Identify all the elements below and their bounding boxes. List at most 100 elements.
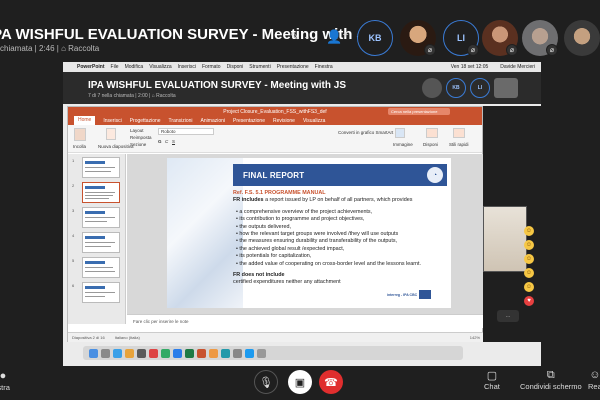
menu-item[interactable]: File <box>111 64 119 70</box>
paste-button[interactable]: Incolla <box>73 144 86 149</box>
reaction-heart-icon[interactable]: ♥ <box>524 296 534 306</box>
tab-home[interactable]: Home <box>74 116 96 125</box>
trash-icon[interactable] <box>257 348 266 358</box>
slide-thumb-3[interactable] <box>82 207 120 228</box>
participant-avatar-kb[interactable]: KB <box>357 20 393 56</box>
ppt-statusbar: Diapositiva 2 di 16 Italiano (Italia) 14… <box>68 332 484 342</box>
thumb-number: 2 <box>72 183 75 188</box>
tab-transitions[interactable]: Transizioni <box>169 118 193 124</box>
chevron-down-icon[interactable]: ⌄ <box>303 31 311 42</box>
edit-title-icon[interactable]: ✎ <box>290 30 299 43</box>
slide-thumb-1[interactable] <box>82 157 120 178</box>
menu-item[interactable]: Visualizza <box>149 64 171 70</box>
app-icon[interactable] <box>233 348 242 358</box>
slide-thumbnails: 1 2 3 4 5 6 <box>68 154 126 324</box>
reaction-emoji-icon[interactable]: ☺ <box>524 282 534 292</box>
hangup-icon: ☎ <box>324 376 338 389</box>
reaction-emoji-icon[interactable]: ☺ <box>524 226 534 236</box>
zoom-level[interactable]: 142% <box>470 335 480 340</box>
menu-item[interactable]: Disponi <box>227 64 244 70</box>
current-slide[interactable]: FINAL REPORT ◔ Ref. F.S. 5.1 PROGRAMME M… <box>167 158 451 308</box>
tab-insert[interactable]: Inserisci <box>103 118 121 124</box>
bold-button[interactable]: G <box>158 139 162 144</box>
meeting-subtitle: chiamata | 2:46 | ⌂ Raccolta <box>0 44 100 53</box>
reaction-emoji-icon[interactable]: ☺ <box>524 254 534 264</box>
tab-view[interactable]: Visualizza <box>303 118 325 124</box>
menu-item[interactable]: Strumenti <box>249 64 270 70</box>
convert-smartart-button[interactable]: Converti in grafico SmartArt <box>338 130 393 135</box>
launchpad-icon[interactable] <box>101 348 110 358</box>
more-reactions-button[interactable]: … <box>497 310 519 322</box>
tab-animations[interactable]: Animazioni <box>201 118 225 124</box>
notes-field[interactable]: Fare clic per inserire le note <box>127 314 484 328</box>
slide-thumb-2[interactable] <box>82 182 120 203</box>
excel-icon[interactable] <box>185 348 194 358</box>
quick-styles-button[interactable]: Stili rapidi <box>449 142 469 147</box>
end-call-button[interactable]: ☎ <box>319 370 343 394</box>
slide-thumb-6[interactable] <box>82 282 120 303</box>
chat-button[interactable]: ▢ Chat <box>484 369 500 391</box>
app-icon[interactable] <box>125 348 134 358</box>
slide-reference: Ref. F.S. 5.1 PROGRAMME MANUAL <box>233 190 326 196</box>
word-icon[interactable] <box>173 348 182 358</box>
menu-item[interactable]: Presentazione <box>277 64 309 70</box>
share-screen-button[interactable]: ⧉ Condividi schermo <box>520 369 582 391</box>
font-name: Roboto <box>161 129 176 134</box>
arrange-button[interactable]: Disponi <box>423 142 438 147</box>
ppt-ribbon: Incolla Nuova diapositiva Layout Reimpos… <box>68 125 482 153</box>
pie-logo-icon: ◔ <box>427 167 443 183</box>
reaction-emoji-icon[interactable]: ☺ <box>524 268 534 278</box>
safari-icon[interactable] <box>113 348 122 358</box>
skype-icon[interactable] <box>245 348 254 358</box>
language-indicator[interactable]: Italiano (Italia) <box>115 335 140 340</box>
chat-icon: ▢ <box>486 370 498 382</box>
menu-item[interactable]: Inserisci <box>178 64 196 70</box>
tab-slideshow[interactable]: Presentazione <box>233 118 265 124</box>
inner-call-header: IPA WISHFUL EVALUATION SURVEY - Meeting … <box>63 72 541 104</box>
reset-button[interactable]: Reimposta <box>130 135 152 140</box>
slide-intro-bold: FR includes <box>233 197 264 204</box>
new-slide-button[interactable]: Nuova diapositiva <box>98 144 134 149</box>
slide-background-image <box>167 158 243 308</box>
camera-button[interactable]: ▣ <box>288 370 312 394</box>
tab-review[interactable]: Revisione <box>273 118 295 124</box>
finder-icon[interactable] <box>89 348 98 358</box>
mac-clock: Ven 18 set 12:05 <box>450 64 489 70</box>
react-button[interactable]: ☺ Rea <box>588 369 600 391</box>
slide-canvas: FINAL REPORT ◔ Ref. F.S. 5.1 PROGRAMME M… <box>127 154 484 314</box>
ppt-search-input[interactable]: Cerca nella presentazione <box>388 108 450 115</box>
record-button[interactable]: ● Registra <box>0 370 10 392</box>
slide-bullet: its contribution to programme and projec… <box>233 216 447 223</box>
slide-thumb-5[interactable] <box>82 257 120 278</box>
image-icon[interactable] <box>395 128 405 138</box>
menu-item[interactable]: Modifica <box>125 64 144 70</box>
quick-styles-icon[interactable] <box>453 128 465 138</box>
layout-button[interactable]: Layout <box>130 128 144 133</box>
slide-heading-bar: FINAL REPORT ◔ <box>233 164 447 186</box>
app-icon[interactable] <box>221 348 230 358</box>
slide-thumb-4[interactable] <box>82 232 120 253</box>
arrange-icon[interactable] <box>426 128 438 138</box>
app-icon[interactable] <box>209 348 218 358</box>
app-icon[interactable] <box>137 348 146 358</box>
participant-avatar-photo[interactable] <box>564 20 600 56</box>
menu-item[interactable]: Formato <box>202 64 221 70</box>
italic-button[interactable]: C <box>165 139 168 144</box>
paste-icon[interactable] <box>74 128 86 141</box>
underline-button[interactable]: S <box>172 139 175 144</box>
section-button[interactable]: Sezione <box>130 142 146 147</box>
interreg-logo-text: interreg - IPA CBC <box>387 292 418 297</box>
tab-design[interactable]: Progettazione <box>130 118 161 124</box>
powerpoint-icon[interactable] <box>197 348 206 358</box>
image-button[interactable]: Immagine <box>393 142 413 147</box>
font-select[interactable]: Roboto <box>158 128 214 135</box>
inner-participant-kb: KB <box>446 78 466 98</box>
menu-item[interactable]: Finestra <box>315 64 333 70</box>
app-icon[interactable] <box>149 348 158 358</box>
add-participant-icon[interactable]: 👤⁺ <box>326 29 349 45</box>
menu-item[interactable]: PowerPoint <box>77 64 105 70</box>
app-icon[interactable] <box>161 348 170 358</box>
reaction-emoji-icon[interactable]: ☺ <box>524 240 534 250</box>
new-slide-icon[interactable] <box>106 128 116 140</box>
mute-mic-button[interactable]: 🎙 <box>254 370 278 394</box>
